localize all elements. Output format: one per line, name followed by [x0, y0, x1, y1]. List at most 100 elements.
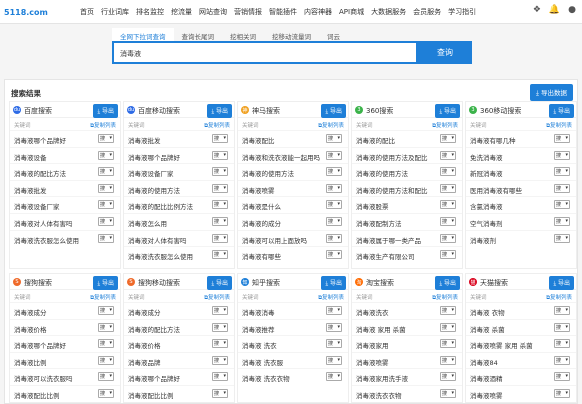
- keyword-text[interactable]: 消毒液洗衣: [356, 307, 389, 317]
- search-dropdown[interactable]: 搜: [440, 200, 456, 210]
- search-dropdown[interactable]: 搜: [212, 200, 228, 210]
- copy-list-button[interactable]: ⧉复制列表: [432, 121, 458, 130]
- export-button[interactable]: ⤓ 导出: [549, 104, 574, 118]
- search-dropdown[interactable]: 搜: [554, 183, 570, 193]
- keyword-text[interactable]: 消毒液喷雾: [356, 357, 389, 367]
- search-dropdown[interactable]: 搜: [326, 372, 342, 382]
- keyword-text[interactable]: 消毒液哪个品牌好: [14, 340, 66, 350]
- search-dropdown[interactable]: 搜: [326, 339, 342, 349]
- search-tab[interactable]: 全网下拉词查询: [112, 28, 174, 41]
- search-dropdown[interactable]: 搜: [440, 150, 456, 160]
- keyword-text[interactable]: 消毒液设备厂家: [128, 168, 174, 178]
- keyword-text[interactable]: 消毒液喷雾: [242, 185, 275, 195]
- keyword-text[interactable]: 消毒液比例: [14, 357, 47, 367]
- search-dropdown[interactable]: 搜: [326, 306, 342, 315]
- keyword-text[interactable]: 消毒液成分: [14, 307, 47, 317]
- keyword-text[interactable]: 空气消毒剂: [470, 218, 503, 228]
- search-dropdown[interactable]: 搜: [98, 134, 114, 143]
- search-dropdown[interactable]: 搜: [212, 250, 228, 260]
- search-dropdown[interactable]: 搜: [326, 322, 342, 332]
- keyword-text[interactable]: 消毒液设备: [14, 152, 47, 162]
- search-dropdown[interactable]: 搜: [212, 216, 228, 226]
- keyword-text[interactable]: 消毒液 洗衣衣物: [242, 373, 290, 383]
- search-dropdown[interactable]: 搜: [440, 216, 456, 226]
- search-dropdown[interactable]: 搜: [98, 233, 114, 243]
- keyword-text[interactable]: 消毒液是什么: [242, 201, 281, 211]
- keyword-text[interactable]: 消毒液设备厂家: [14, 201, 60, 211]
- search-dropdown[interactable]: 搜: [440, 250, 456, 260]
- keyword-text[interactable]: 消毒液的使用方法: [242, 168, 294, 178]
- keyword-text[interactable]: 消毒液剂: [470, 235, 496, 245]
- keyword-text[interactable]: 消毒液价格: [14, 324, 47, 334]
- search-dropdown[interactable]: 搜: [98, 200, 114, 210]
- keyword-text[interactable]: 消毒液配比比例: [128, 390, 174, 400]
- search-dropdown[interactable]: 搜: [326, 167, 342, 177]
- copy-list-button[interactable]: ⧉复制列表: [204, 293, 230, 302]
- keyword-text[interactable]: 消毒液哪个品牌好: [128, 373, 180, 383]
- search-dropdown[interactable]: 搜: [326, 183, 342, 193]
- leaf-icon[interactable]: ❖: [533, 5, 541, 15]
- nav-item[interactable]: 排名监控: [136, 7, 164, 17]
- keyword-text[interactable]: 消毒液的使用方法和配比: [356, 185, 428, 195]
- search-dropdown[interactable]: 搜: [440, 355, 456, 365]
- keyword-text[interactable]: 消毒液的配比方法: [14, 168, 66, 178]
- search-dropdown[interactable]: 搜: [554, 200, 570, 210]
- nav-item[interactable]: 智能插件: [269, 7, 297, 17]
- search-dropdown[interactable]: 搜: [98, 306, 114, 315]
- nav-item[interactable]: 挖流量: [171, 7, 192, 17]
- keyword-text[interactable]: 消毒液属于哪一类产品: [356, 235, 421, 245]
- search-dropdown[interactable]: 搜: [326, 355, 342, 365]
- notification-icon[interactable]: 🔔: [549, 5, 560, 15]
- keyword-text[interactable]: 消毒液的使用方法: [128, 185, 180, 195]
- search-dropdown[interactable]: 搜: [554, 322, 570, 332]
- export-button[interactable]: ⤓ 导出: [321, 104, 346, 118]
- copy-list-button[interactable]: ⧉复制列表: [90, 293, 116, 302]
- keyword-text[interactable]: 消毒液的配比: [356, 135, 395, 145]
- search-dropdown[interactable]: 搜: [554, 167, 570, 177]
- keyword-text[interactable]: 消毒液家用洗手液: [356, 373, 408, 383]
- search-dropdown[interactable]: 搜: [554, 355, 570, 365]
- keyword-text[interactable]: 消毒液 衣物: [470, 307, 505, 317]
- search-dropdown[interactable]: 搜: [326, 200, 342, 210]
- keyword-text[interactable]: 消毒液的使用方法及配比: [356, 152, 428, 162]
- export-button[interactable]: ⤓ 导出: [93, 104, 118, 118]
- search-dropdown[interactable]: 搜: [98, 388, 114, 398]
- copy-list-button[interactable]: ⧉复制列表: [546, 121, 572, 130]
- keyword-text[interactable]: 消毒液喷雾 家用 杀菌: [470, 340, 533, 350]
- search-tab[interactable]: 挖移动流量词: [264, 28, 319, 41]
- search-dropdown[interactable]: 搜: [326, 233, 342, 243]
- search-dropdown[interactable]: 搜: [98, 372, 114, 382]
- search-dropdown[interactable]: 搜: [212, 322, 228, 332]
- keyword-text[interactable]: 消毒液有哪些: [242, 251, 281, 261]
- export-button[interactable]: ⤓ 导出: [549, 276, 574, 290]
- nav-item[interactable]: 网站查询: [199, 7, 227, 17]
- search-dropdown[interactable]: 搜: [440, 322, 456, 332]
- search-dropdown[interactable]: 搜: [440, 388, 456, 398]
- search-dropdown[interactable]: 搜: [554, 233, 570, 243]
- nav-item[interactable]: 内容神器: [304, 7, 332, 17]
- keyword-text[interactable]: 消毒液84: [470, 357, 498, 367]
- keyword-text[interactable]: 新冠消毒液: [470, 168, 503, 178]
- search-dropdown[interactable]: 搜: [98, 167, 114, 177]
- search-dropdown[interactable]: 搜: [212, 388, 228, 398]
- keyword-text[interactable]: 消毒液家用: [356, 340, 389, 350]
- search-dropdown[interactable]: 搜: [554, 134, 570, 143]
- search-dropdown[interactable]: 搜: [98, 216, 114, 226]
- search-tab[interactable]: 词云: [319, 28, 348, 41]
- copy-list-button[interactable]: ⧉复制列表: [204, 121, 230, 130]
- search-dropdown[interactable]: 搜: [212, 355, 228, 365]
- keyword-text[interactable]: 医用消毒液有哪些: [470, 185, 522, 195]
- keyword-text[interactable]: 消毒液 家用 杀菌: [356, 324, 406, 334]
- search-dropdown[interactable]: 搜: [554, 306, 570, 315]
- keyword-text[interactable]: 消毒液推荐: [242, 324, 275, 334]
- keyword-text[interactable]: 消毒液哪个品牌好: [14, 135, 66, 145]
- keyword-text[interactable]: 免洗消毒液: [470, 152, 503, 162]
- keyword-text[interactable]: 消毒液洗衣衣物: [356, 390, 402, 400]
- keyword-text[interactable]: 消毒液批发: [128, 135, 161, 145]
- export-button[interactable]: ⤓ 导出: [321, 276, 346, 290]
- copy-list-button[interactable]: ⧉复制列表: [318, 121, 344, 130]
- keyword-text[interactable]: 消毒液配比比例: [14, 390, 60, 400]
- search-dropdown[interactable]: 搜: [98, 322, 114, 332]
- search-dropdown[interactable]: 搜: [440, 134, 456, 143]
- search-dropdown[interactable]: 搜: [212, 233, 228, 243]
